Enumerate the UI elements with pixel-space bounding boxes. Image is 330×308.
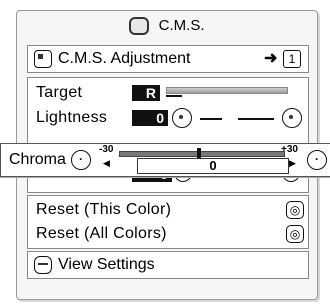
arrow-right-icon: ➜	[264, 50, 278, 67]
chroma-row[interactable]: Chroma · -30 +30 ◀ ▶ 0 ·	[0, 143, 330, 177]
target-value[interactable]: R	[132, 85, 160, 101]
view-settings-label: View Settings	[58, 256, 155, 273]
chroma-decrease-arrow[interactable]: ◀	[103, 158, 110, 169]
target-color-bar	[166, 87, 288, 94]
chroma-slider-track[interactable]	[119, 151, 285, 157]
chroma-high-icon: ·	[307, 150, 327, 170]
chroma-low-icon: ·	[71, 150, 91, 170]
view-settings-row[interactable]: View Settings	[27, 251, 309, 279]
monitor-icon	[129, 17, 150, 36]
view-settings-icon	[34, 256, 52, 274]
reset-all-icon: ◎	[286, 225, 304, 243]
lightness-slider-right	[238, 118, 274, 120]
reset-icon: ◎	[286, 201, 304, 219]
sun-high-icon	[282, 108, 302, 128]
chroma-min-label: -30	[99, 144, 114, 155]
menu-title-text: C.M.S.	[158, 17, 205, 35]
menu-title: C.M.S.	[17, 11, 317, 41]
sun-low-icon	[172, 108, 192, 128]
cms-adjustment-row[interactable]: C.M.S. Adjustment ➜ 1	[27, 45, 309, 73]
lightness-label: Lightness	[36, 109, 108, 126]
target-label: Target	[36, 84, 83, 101]
reset-this-color-item[interactable]: Reset (This Color)	[36, 198, 171, 222]
adjustment-number-badge: 1	[283, 50, 301, 68]
lightness-value[interactable]: 0	[132, 110, 168, 126]
chroma-label: Chroma	[9, 151, 66, 168]
chroma-value[interactable]: 0	[137, 158, 289, 174]
cms-adjust-icon	[34, 50, 52, 68]
cms-adjustment-label: C.M.S. Adjustment	[58, 50, 191, 67]
lightness-slider-left	[200, 118, 222, 120]
chroma-increase-arrow[interactable]: ▶	[289, 158, 296, 169]
reset-all-colors-item[interactable]: Reset (All Colors)	[36, 222, 167, 246]
reset-group: Reset (This Color) ◎ Reset (All Colors) …	[27, 195, 309, 249]
target-marker	[166, 95, 182, 97]
chroma-slider-thumb[interactable]	[197, 148, 201, 158]
